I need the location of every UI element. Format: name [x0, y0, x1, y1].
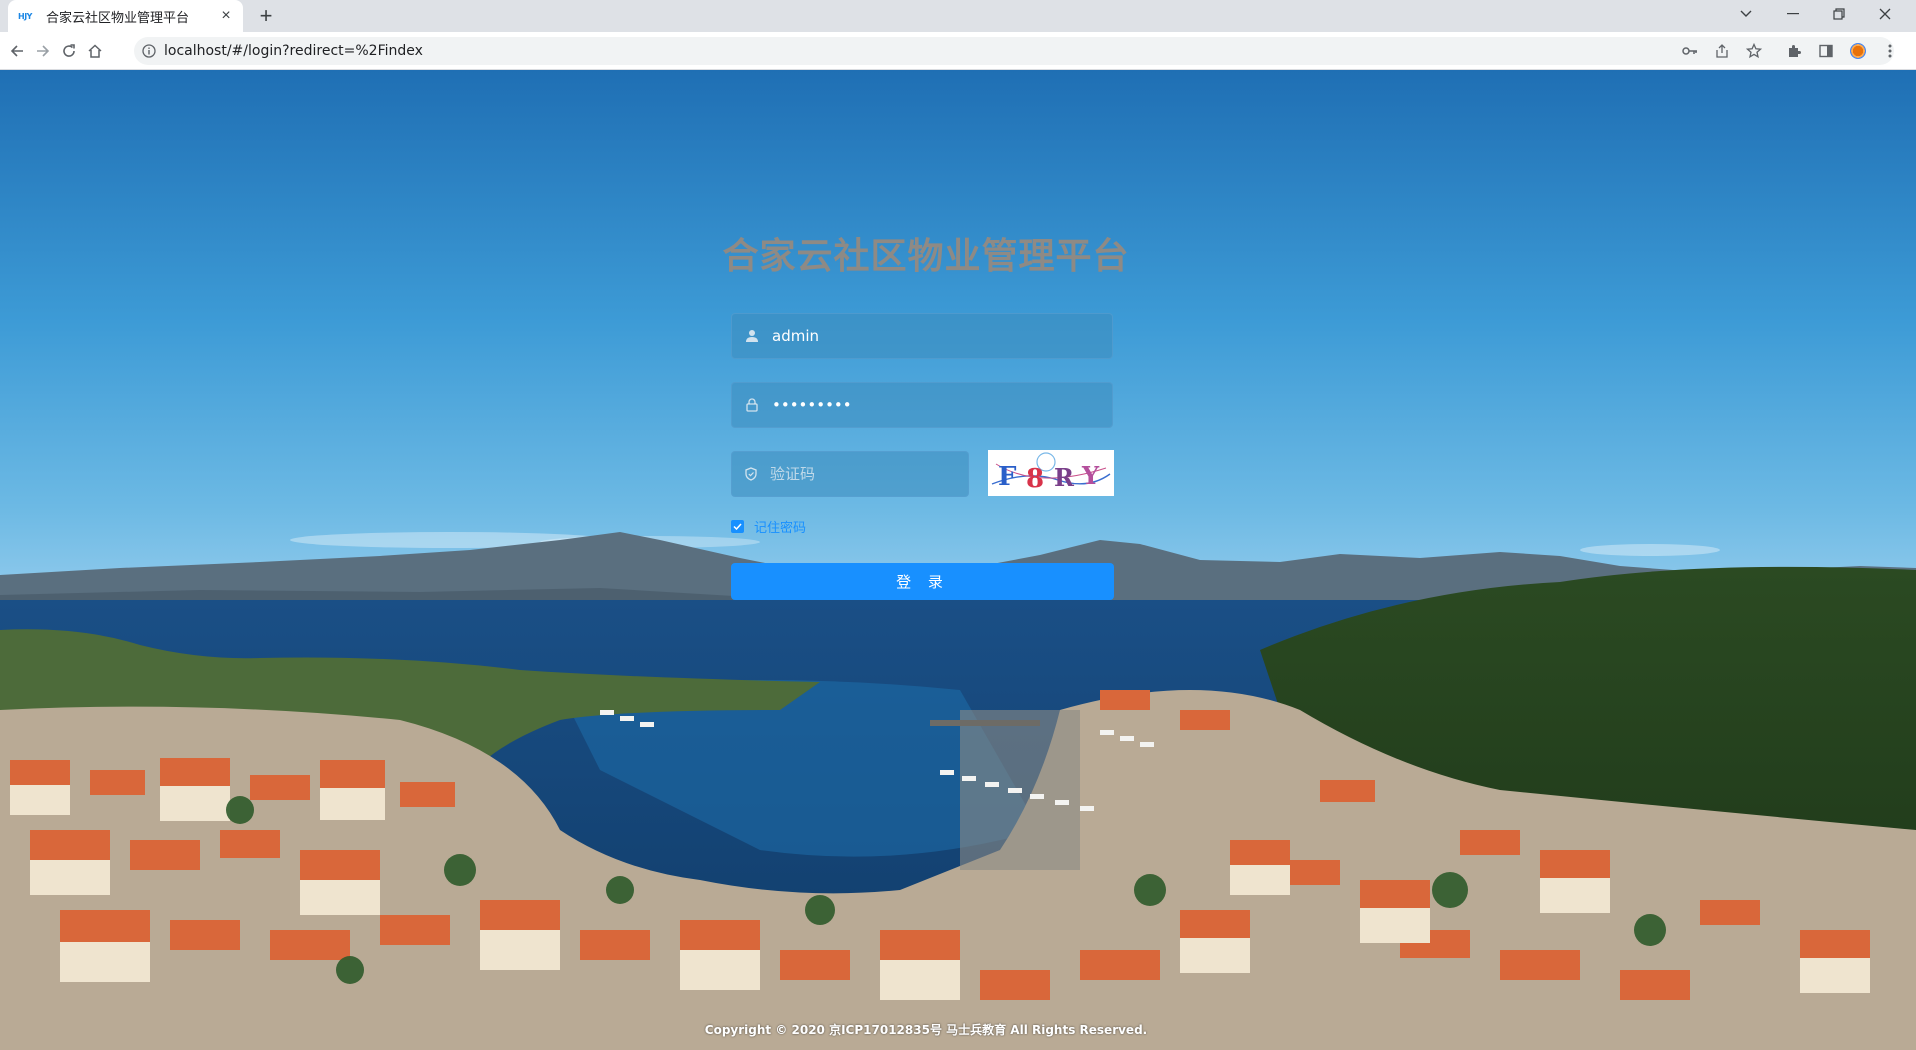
tab-title: 合家云社区物业管理平台 — [46, 10, 190, 26]
password-field[interactable] — [731, 382, 1113, 428]
restore-icon[interactable] — [1816, 0, 1862, 28]
new-tab-button[interactable]: + — [254, 4, 278, 28]
captcha-char: R — [1054, 463, 1075, 492]
captcha-char: 8 — [1026, 464, 1044, 494]
captcha-image[interactable]: F 8 R Y — [988, 450, 1114, 496]
browser-toolbar: localhost/#/login?redirect=%2Findex — [0, 32, 1916, 70]
share-icon[interactable] — [1706, 37, 1738, 65]
close-window-icon[interactable] — [1862, 0, 1908, 28]
home-icon[interactable] — [82, 38, 108, 64]
shield-icon — [732, 467, 770, 481]
side-panel-icon[interactable] — [1810, 37, 1842, 65]
window-controls — [1732, 0, 1908, 32]
password-input[interactable] — [772, 383, 1112, 427]
site-info-icon[interactable] — [134, 44, 164, 58]
back-icon[interactable] — [4, 38, 30, 64]
favicon-icon: HJY — [18, 11, 32, 21]
captcha-char: Y — [1081, 461, 1100, 490]
remember-password-checkbox[interactable]: 记住密码 — [731, 517, 806, 536]
captcha-char: F — [998, 462, 1017, 492]
user-icon — [732, 329, 772, 343]
background-landscape-image — [0, 70, 1916, 1050]
key-icon[interactable] — [1674, 37, 1706, 65]
forward-icon[interactable] — [30, 38, 56, 64]
remember-password-label: 记住密码 — [754, 521, 807, 536]
captcha-field[interactable] — [731, 451, 969, 497]
menu-icon[interactable] — [1874, 37, 1906, 65]
bookmark-star-icon[interactable] — [1738, 37, 1770, 65]
username-field[interactable] — [731, 313, 1113, 359]
address-bar[interactable]: localhost/#/login?redirect=%2Findex — [134, 37, 1894, 65]
lock-icon — [732, 398, 772, 412]
username-input[interactable] — [772, 314, 1112, 358]
url-text: localhost/#/login?redirect=%2Findex — [164, 43, 423, 59]
tab-close-icon[interactable]: × — [217, 8, 235, 24]
browser-tab[interactable]: HJY 合家云社区物业管理平台 × — [8, 0, 243, 32]
omnibox-actions — [1674, 37, 1906, 65]
minimize-icon[interactable] — [1770, 0, 1816, 28]
browser-tabstrip: HJY 合家云社区物业管理平台 × + — [0, 0, 1916, 32]
login-page: 合家云社区物业管理平台 F 8 R Y 记住密码 登 录 Copyrig — [0, 70, 1916, 1050]
copyright-footer: Copyright © 2020 京ICP17012835号 马士兵教育 All… — [704, 1023, 1148, 1037]
tab-search-icon[interactable] — [1732, 0, 1760, 28]
extensions-icon[interactable] — [1778, 37, 1810, 65]
reload-icon[interactable] — [56, 38, 82, 64]
login-button[interactable]: 登 录 — [731, 563, 1114, 600]
login-title: 合家云社区物业管理平台 — [722, 236, 1130, 277]
captcha-input[interactable] — [770, 452, 968, 496]
profile-icon[interactable] — [1842, 37, 1874, 65]
checkbox-checked-icon[interactable] — [731, 520, 744, 533]
